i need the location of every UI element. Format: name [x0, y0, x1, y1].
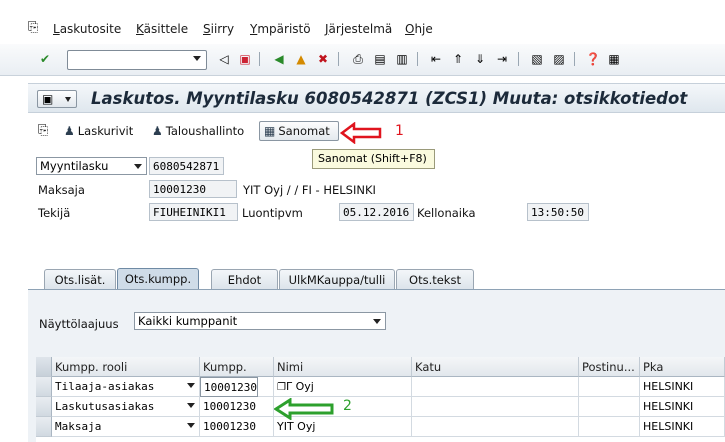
partner-cell[interactable]: 10001230	[200, 397, 274, 417]
column-header[interactable]: Katu	[412, 357, 579, 377]
street-cell	[412, 417, 579, 437]
cell-spacer	[258, 377, 274, 397]
new-session-icon[interactable]: ▧	[529, 51, 545, 67]
screen-menu-button[interactable]: ▣	[37, 90, 77, 108]
next-page-icon[interactable]: ⇓	[472, 51, 488, 67]
postal-cell	[579, 417, 640, 437]
menu-button-icon: ▣	[42, 92, 54, 106]
first-page-icon[interactable]: ⇤	[428, 51, 444, 67]
column-header[interactable]: Pka	[640, 357, 725, 377]
chevron-down-icon	[65, 97, 71, 102]
laskurivit-button[interactable]: ♟ Laskurivit	[64, 122, 133, 140]
column-header[interactable]: Kumpp.	[200, 357, 274, 377]
menu-item-ymparisto[interactable]: Ympäristö	[250, 22, 311, 36]
find-icon[interactable]: ▤	[372, 51, 388, 67]
city-cell: HELSINKI	[640, 397, 725, 417]
sanomat-tooltip: Sanomat (Shift+F8)	[312, 149, 435, 169]
city-cell: HELSINKI	[640, 417, 725, 437]
page-title: Laskutos. Myyntilasku 6080542871 (ZCS1) …	[91, 89, 688, 108]
display-scope-label: Näyttölaajuus	[39, 317, 119, 331]
payer-field: 10001230	[149, 180, 237, 198]
sap-logo-icon[interactable]: ⎘	[28, 20, 42, 35]
row-selector[interactable]	[36, 397, 52, 417]
partner-table: Kumpp. rooli Kumpp. Nimi Katu Postinu...…	[36, 357, 725, 442]
exit-orange-icon[interactable]: ▲	[293, 51, 309, 67]
document-type-select[interactable]: Myyntilasku	[36, 157, 147, 175]
column-header[interactable]: Postinu...	[579, 357, 640, 377]
green-arrow-annotation	[274, 398, 334, 420]
created-on-field: 05.12.2016	[339, 203, 414, 221]
messages-grid-icon: ▦	[264, 124, 276, 138]
chevron-down-icon	[187, 403, 195, 408]
chevron-down-icon[interactable]	[193, 56, 201, 61]
menu-item-kasittele[interactable]: Käsittele	[136, 22, 188, 36]
row-selector[interactable]	[36, 417, 52, 437]
create-shortcut-icon[interactable]: ▨	[551, 51, 567, 67]
city-cell: HELSINKI	[640, 377, 725, 397]
chevron-down-icon	[187, 383, 195, 388]
title-bar: ▣ Laskutos. Myyntilasku 6080542871 (ZCS1…	[28, 83, 725, 113]
name-cell: ❐Γ Oyj	[274, 377, 412, 397]
red-arrow-annotation	[340, 122, 382, 144]
payer-label: Maksaja	[38, 183, 85, 197]
postal-cell	[579, 377, 640, 397]
partner-cell[interactable]: 10001230	[200, 417, 274, 437]
back-green-icon[interactable]: ◀	[271, 51, 287, 67]
postal-cell	[579, 397, 640, 417]
cancel-red-icon[interactable]: ✖	[315, 51, 331, 67]
time-field: 13:50:50	[527, 203, 589, 221]
previous-page-icon[interactable]: ⇑	[450, 51, 466, 67]
chevron-down-icon	[134, 164, 142, 169]
created-on-label: Luontipvm	[242, 206, 303, 220]
tab-strip: Ots.lisät. Ots.kumpp. Ehdot UlkMKauppa/t…	[28, 266, 725, 290]
role-cell[interactable]: Maksaja	[52, 417, 200, 437]
help-icon[interactable]: ❓	[585, 51, 601, 67]
street-cell	[412, 397, 579, 417]
tab-ots-kumpp[interactable]: Ots.kumpp.	[117, 268, 199, 290]
person-icon: ♟	[64, 124, 75, 138]
display-scope-select[interactable]: Kaikki kumppanit	[134, 312, 386, 330]
partner-cell[interactable]: 10001230	[200, 377, 258, 397]
role-cell[interactable]: Laskutusasiakas	[52, 397, 200, 417]
tab-ehdot[interactable]: Ehdot	[211, 269, 278, 290]
enter-checkmark-icon[interactable]: ✔	[37, 51, 53, 67]
address-card-icon[interactable]: ❐	[277, 382, 286, 393]
display-change-icon[interactable]: ⎘	[38, 123, 48, 138]
creator-field: FIUHEINIKI1	[149, 203, 238, 221]
chevron-down-icon	[373, 319, 381, 324]
command-field[interactable]	[67, 50, 207, 70]
chevron-down-icon	[187, 423, 195, 428]
sanomat-button[interactable]: ▦ Sanomat	[259, 121, 339, 141]
annotation-number-2: 2	[343, 398, 352, 414]
last-page-icon[interactable]: ⇥	[494, 51, 510, 67]
save-icon[interactable]: ▣	[237, 51, 253, 67]
column-header[interactable]: Kumpp. rooli	[52, 357, 200, 377]
select-all-cell[interactable]	[36, 357, 52, 377]
document-number-field: 6080542871	[149, 157, 224, 175]
menu-item-ohje[interactable]: Ohje	[405, 22, 433, 36]
role-cell[interactable]: Tilaaja-asiakas	[52, 377, 200, 397]
row-selector[interactable]	[36, 377, 52, 397]
person-icon: ♟	[152, 124, 163, 138]
street-cell	[412, 377, 579, 397]
column-header[interactable]: Nimi	[274, 357, 412, 377]
annotation-number-1: 1	[395, 123, 404, 139]
tab-ulkmkauppa-tulli[interactable]: UlkMKauppa/tulli	[279, 269, 395, 290]
menu-item-jarjestelma[interactable]: Järjestelmä	[325, 22, 392, 36]
print-icon[interactable]: ⎙	[350, 51, 366, 67]
name-cell: YIT Oyj	[274, 417, 412, 437]
taloushallinto-button[interactable]: ♟ Taloushallinto	[152, 122, 244, 140]
menu-item-laskutosite[interactable]: Laskutosite	[53, 22, 121, 36]
payer-name-text: YIT Oyj / / FI - HELSINKI	[243, 183, 376, 197]
time-label: Kellonaika	[417, 206, 476, 220]
back-triangle-icon[interactable]: ◁	[216, 51, 232, 67]
tab-ots-lisat[interactable]: Ots.lisät.	[44, 269, 116, 290]
creator-label: Tekijä	[38, 206, 71, 220]
tab-ots-tekst[interactable]: Ots.tekst	[396, 269, 474, 290]
find-next-icon[interactable]: ▥	[394, 51, 410, 67]
menu-item-siirry[interactable]: Siirry	[203, 22, 234, 36]
layout-menu-icon[interactable]: ▦	[606, 51, 622, 67]
menu-bar: ⎘ Laskutosite Käsittele Siirry Ympäristö…	[0, 0, 725, 44]
